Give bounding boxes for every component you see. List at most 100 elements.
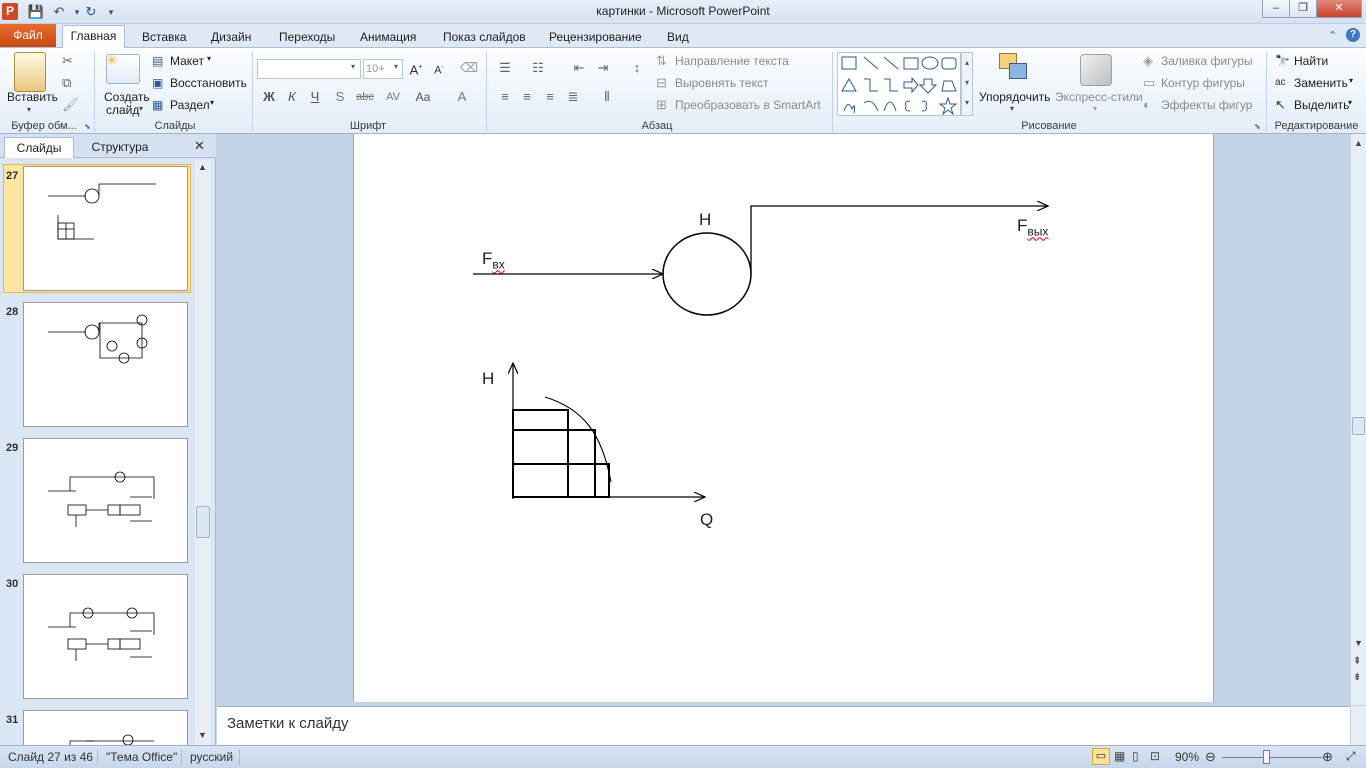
reset-button[interactable]: Восстановить — [170, 75, 247, 91]
italic-button[interactable]: К — [281, 88, 303, 108]
tab-transitions[interactable]: Переходы — [270, 27, 344, 47]
notes-scrollbar[interactable] — [1350, 706, 1366, 745]
align-center-icon[interactable]: ≡ — [516, 88, 538, 108]
find-icon[interactable]: 🔭 — [1275, 53, 1290, 69]
new-slide-dropdown-icon[interactable]: ▾ — [139, 104, 143, 113]
shapes-gallery[interactable] — [837, 52, 961, 116]
char-spacing-button[interactable]: AV — [380, 88, 406, 108]
zoom-slider-thumb[interactable] — [1263, 750, 1270, 764]
scroll-thumb[interactable] — [196, 506, 210, 538]
numbering-icon[interactable]: ☷ — [527, 59, 549, 79]
text-direction-button[interactable]: Направление текста — [675, 53, 789, 69]
scroll-thumb[interactable] — [1352, 417, 1365, 435]
font-size-dropdown-icon[interactable]: ▾ — [394, 62, 398, 71]
align-left-icon[interactable]: ≡ — [494, 88, 516, 108]
replace-button[interactable]: Заменить — [1294, 75, 1348, 91]
arrange-button[interactable]: Упорядочить — [979, 89, 1050, 105]
tab-design[interactable]: Дизайн — [202, 27, 260, 47]
shape-outline-icon[interactable]: ▭ — [1143, 75, 1155, 91]
section-button[interactable]: Раздел — [170, 97, 210, 113]
previous-slide-icon[interactable]: ⇞ — [1353, 656, 1361, 667]
drawing-launcher-icon[interactable]: ⬊ — [1254, 122, 1261, 131]
zoom-out-icon[interactable]: ⊖ — [1205, 749, 1216, 765]
slides-pane-scrollbar[interactable]: ▲ ▼ — [195, 160, 211, 745]
zoom-slider-track[interactable] — [1222, 757, 1322, 758]
shape-fill-icon[interactable]: ◈ — [1143, 53, 1153, 69]
slide-thumbnail-30[interactable] — [23, 574, 188, 699]
paste-button[interactable]: Вставить — [7, 89, 58, 105]
paste-dropdown-icon[interactable]: ▾ — [27, 105, 31, 114]
slideshow-icon[interactable]: ⊡ — [1150, 749, 1160, 763]
layout-dropdown-icon[interactable]: ▾ — [207, 54, 211, 63]
arrange-dropdown-icon[interactable]: ▾ — [1010, 104, 1014, 113]
tab-outline-pane[interactable]: Структура — [82, 137, 158, 158]
scroll-up-icon[interactable]: ▲ — [1354, 138, 1363, 148]
strikethrough-button[interactable]: abc — [352, 88, 378, 108]
shrink-font-icon[interactable]: A- — [428, 59, 450, 79]
next-slide-icon[interactable]: ⇟ — [1353, 672, 1361, 683]
fit-to-window-icon[interactable]: ⤢ — [1346, 749, 1356, 764]
quick-styles-button[interactable]: Экспресс-стили — [1055, 89, 1143, 105]
language[interactable]: русский — [190, 750, 233, 764]
font-color-button[interactable]: A — [451, 88, 473, 108]
underline-button[interactable]: Ч — [304, 88, 326, 108]
increase-indent-icon[interactable]: ⇥ — [592, 59, 614, 79]
shape-fill-button[interactable]: Заливка фигуры — [1161, 53, 1253, 69]
close-pane-icon[interactable]: ✕ — [194, 138, 205, 154]
slide-thumbnail-31[interactable] — [23, 710, 188, 746]
layout-button[interactable]: Макет — [170, 53, 204, 69]
arrange-icon[interactable] — [999, 53, 1029, 87]
clear-formatting-icon[interactable]: ⌫ — [458, 59, 480, 79]
convert-smartart-button[interactable]: Преобразовать в SmartArt — [675, 97, 821, 113]
scroll-up-icon[interactable]: ▲ — [198, 162, 207, 172]
new-slide-label-2[interactable]: слайд — [106, 102, 139, 118]
notes-pane[interactable]: Заметки к слайду — [217, 706, 1350, 745]
slide-thumbnail-28[interactable] — [23, 302, 188, 427]
zoom-level[interactable]: 90% — [1175, 750, 1199, 764]
reset-icon[interactable]: ▣ — [152, 75, 163, 91]
grow-font-icon[interactable]: A+ — [405, 59, 427, 79]
justify-icon[interactable]: ≣ — [562, 88, 584, 108]
notes-placeholder[interactable]: Заметки к слайду — [227, 715, 349, 732]
format-painter-icon[interactable]: 🖌 — [62, 97, 79, 113]
normal-view-icon[interactable]: ▭ — [1092, 748, 1110, 765]
slide-thumbnail-27[interactable] — [23, 166, 188, 291]
bullets-icon[interactable]: ☰ — [494, 59, 516, 79]
layout-icon[interactable]: ▤ — [152, 53, 163, 69]
align-right-icon[interactable]: ≡ — [539, 88, 561, 108]
line-spacing-icon[interactable]: ↕ — [626, 59, 648, 79]
font-name-dropdown-icon[interactable]: ▾ — [351, 62, 355, 71]
help-icon[interactable]: ? — [1346, 28, 1360, 42]
quick-styles-icon[interactable] — [1080, 54, 1112, 86]
clipboard-launcher-icon[interactable]: ⬊ — [84, 122, 91, 131]
select-icon[interactable]: ↖ — [1275, 97, 1286, 113]
font-name-input[interactable] — [257, 59, 361, 79]
editor-scrollbar[interactable]: ▲ ▼ ⇞ ⇟ — [1350, 134, 1366, 705]
shape-outline-button[interactable]: Контур фигуры — [1161, 75, 1245, 91]
scroll-down-icon[interactable]: ▼ — [198, 730, 207, 740]
bold-button[interactable]: Ж — [258, 88, 280, 108]
slide-canvas[interactable]: H Fвх Fвых H Q — [353, 134, 1214, 702]
zoom-in-icon[interactable]: ⊕ — [1322, 749, 1333, 765]
change-case-button[interactable]: Aa — [410, 88, 436, 108]
tab-file[interactable]: Файл — [0, 24, 56, 47]
shadow-button[interactable]: S — [329, 88, 351, 108]
select-button[interactable]: Выделить — [1294, 97, 1349, 113]
text-direction-icon[interactable]: ⇅ — [656, 53, 667, 69]
section-icon[interactable]: ▦ — [152, 97, 163, 113]
align-text-icon[interactable]: ⊟ — [656, 75, 667, 91]
replace-icon[interactable]: ac — [1275, 75, 1286, 91]
cut-icon[interactable]: ✂ — [62, 53, 73, 69]
tab-animation[interactable]: Анимация — [351, 27, 425, 47]
copy-icon[interactable]: ⧉ — [62, 75, 71, 91]
reading-view-icon[interactable]: ▯ — [1132, 749, 1139, 763]
select-dropdown-icon[interactable]: ▾ — [1348, 98, 1352, 107]
tab-slideshow[interactable]: Показ слайдов — [434, 27, 535, 47]
decrease-indent-icon[interactable]: ⇤ — [568, 59, 590, 79]
shape-effects-icon[interactable]: ◐ — [1143, 97, 1151, 113]
tab-insert[interactable]: Вставка — [133, 27, 196, 47]
maximize-button[interactable]: ❐ — [1289, 0, 1317, 18]
columns-icon[interactable]: ⫴ — [596, 88, 618, 108]
tab-review[interactable]: Рецензирование — [540, 27, 651, 47]
replace-dropdown-icon[interactable]: ▾ — [1349, 76, 1353, 85]
